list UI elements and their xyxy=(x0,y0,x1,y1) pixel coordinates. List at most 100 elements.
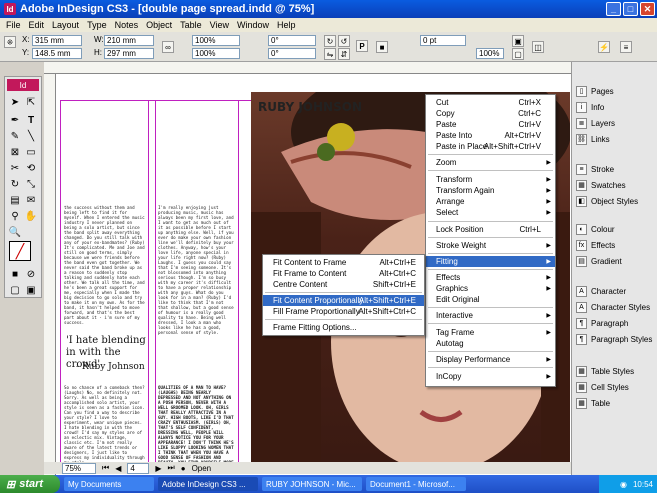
menu-item-zoom[interactable]: Zoom ▶ xyxy=(426,157,555,168)
menu-item-display-performance[interactable]: Display Performance ▶ xyxy=(426,354,555,365)
panel-paragraph[interactable]: ¶ Paragraph xyxy=(576,316,656,330)
close-button[interactable]: ✕ xyxy=(640,2,655,16)
eyedropper-tool-icon[interactable]: ⚲ xyxy=(8,209,22,223)
menu-item-paste-in-place[interactable]: Paste in Place Alt+Shift+Ctrl+V xyxy=(426,141,555,152)
page-field[interactable]: 4 xyxy=(127,462,150,474)
menu-layout[interactable]: Layout xyxy=(48,20,83,30)
pen-tool-icon[interactable]: ✒ xyxy=(8,113,22,127)
menu-item-fit-content-to-frame[interactable]: Fit Content to Frame Alt+Ctrl+E xyxy=(263,257,424,268)
article-column-1[interactable]: the success without them and being left … xyxy=(64,205,146,333)
panel-paragraph-styles[interactable]: ¶ Paragraph Styles xyxy=(576,332,656,346)
panel-effects[interactable]: fx Effects xyxy=(576,238,656,252)
menu-item-copy[interactable]: Copy Ctrl+C xyxy=(426,108,555,119)
last-page-icon[interactable]: ⏭ xyxy=(168,463,175,473)
panel-cell-styles[interactable]: ▦ Cell Styles xyxy=(576,380,656,394)
menu-item-fit-frame-to-content[interactable]: Fit Frame to Content Alt+Ctrl+C xyxy=(263,268,424,279)
y-field[interactable]: 148.5 mm xyxy=(32,48,82,59)
reference-point-icon[interactable]: ⁜ xyxy=(4,36,16,48)
stroke-weight-field[interactable]: 0 pt xyxy=(420,35,466,46)
control-panel-menu-icon[interactable]: ≡ xyxy=(620,41,632,53)
menu-item-cut[interactable]: Cut Ctrl+X xyxy=(426,97,555,108)
direct-selection-tool-icon[interactable]: ⇱ xyxy=(24,95,38,109)
task-ruby-johnson[interactable]: RUBY JOHNSON - Mic... xyxy=(262,477,362,491)
apply-color-icon[interactable]: ■ xyxy=(8,267,22,281)
width-field[interactable]: 210 mm xyxy=(104,35,154,46)
menu-table[interactable]: Table xyxy=(176,20,206,30)
normal-view-icon[interactable]: ▢ xyxy=(8,283,22,297)
menu-object[interactable]: Object xyxy=(142,20,176,30)
shear-field[interactable]: 0° xyxy=(268,48,316,59)
menu-item-fill-frame-proportionally[interactable]: Fill Frame Proportionally Alt+Shift+Ctrl+… xyxy=(263,306,424,317)
menu-edit[interactable]: Edit xyxy=(25,20,49,30)
rectangle-tool-icon[interactable]: ▭ xyxy=(24,145,38,159)
panel-table-styles[interactable]: ▦ Table Styles xyxy=(576,364,656,378)
fill-swatch-icon[interactable]: ■ xyxy=(376,41,388,53)
rectangle-frame-tool-icon[interactable]: ⊠ xyxy=(8,145,22,159)
menu-type[interactable]: Type xyxy=(83,20,111,30)
menu-item-incopy[interactable]: InCopy ▶ xyxy=(426,371,555,382)
stroke-scale-field[interactable]: 100% xyxy=(476,48,504,59)
minimize-button[interactable]: _ xyxy=(606,2,621,16)
rotate-ccw-icon[interactable]: ↺ xyxy=(338,35,350,47)
start-button[interactable]: ⊞ start xyxy=(0,475,60,493)
rotate-tool-icon[interactable]: ↻ xyxy=(8,177,22,191)
panel-stroke[interactable]: ≡ Stroke xyxy=(576,162,656,176)
maximize-button[interactable]: □ xyxy=(623,2,638,16)
constrain-proportions-icon[interactable]: ∞ xyxy=(162,41,174,53)
menu-file[interactable]: File xyxy=(2,20,25,30)
x-field[interactable]: 315 mm xyxy=(32,35,82,46)
menu-item-lock-position[interactable]: Lock Position Ctrl+L xyxy=(426,224,555,235)
preview-view-icon[interactable]: ▣ xyxy=(24,283,38,297)
quick-apply-icon[interactable]: ⚡ xyxy=(598,41,610,53)
panel-character[interactable]: A Character xyxy=(576,284,656,298)
scale-y-field[interactable]: 100% xyxy=(192,48,240,59)
scale-tool-icon[interactable]: ⤡ xyxy=(24,177,38,191)
type-tool-icon[interactable]: T xyxy=(24,113,38,127)
menu-view[interactable]: View xyxy=(206,20,233,30)
menu-item-graphics[interactable]: Graphics ▶ xyxy=(426,283,555,294)
fit-content-icon[interactable]: ▣ xyxy=(512,35,524,47)
menu-item-effects[interactable]: Effects ▶ xyxy=(426,272,555,283)
panel-pages[interactable]: ▯ Pages xyxy=(576,84,656,98)
task-my-documents[interactable]: My Documents xyxy=(64,477,154,491)
vertical-ruler[interactable] xyxy=(44,74,56,475)
rotation-field[interactable]: 0° xyxy=(268,35,316,46)
rotate-icon[interactable]: ↻ xyxy=(324,35,336,47)
menu-item-frame-fitting-options[interactable]: Frame Fitting Options... xyxy=(263,322,424,333)
article-column-4[interactable]: QUALITIES OF A MAN TO HAVE? (LAUGHS) BEI… xyxy=(158,385,236,463)
panel-object-styles[interactable]: ◧ Object Styles xyxy=(576,194,656,208)
open-status[interactable]: Open xyxy=(192,464,212,473)
apply-none-icon[interactable]: ⊘ xyxy=(24,267,38,281)
zoom-field[interactable]: 75% xyxy=(62,462,96,474)
panel-character-styles[interactable]: A Character Styles xyxy=(576,300,656,314)
first-page-icon[interactable]: ⏮ xyxy=(102,463,109,473)
menu-item-fit-content-proportionally[interactable]: Fit Content Proportionally Alt+Shift+Ctrl… xyxy=(263,295,424,306)
zoom-tool-icon[interactable]: 🔍 xyxy=(8,225,22,239)
panel-table[interactable]: ▦ Table xyxy=(576,396,656,410)
task-document1[interactable]: Document1 - Microsof... xyxy=(366,477,466,491)
notes-tool-icon[interactable]: ✉ xyxy=(24,193,38,207)
menu-item-fitting[interactable]: Fitting ▶ xyxy=(426,256,555,267)
panel-info[interactable]: i Info xyxy=(576,100,656,114)
selection-tool-icon[interactable]: ➤ xyxy=(8,95,22,109)
pencil-tool-icon[interactable]: ✎ xyxy=(8,129,22,143)
menu-item-autotag[interactable]: Autotag xyxy=(426,338,555,349)
spread-heading[interactable]: RUBY JOHNSON xyxy=(258,100,362,114)
menu-item-select[interactable]: Select ▶ xyxy=(426,207,555,218)
menu-item-centre-content[interactable]: Centre Content Shift+Ctrl+E xyxy=(263,279,424,290)
panel-layers[interactable]: ≣ Layers xyxy=(576,116,656,130)
menu-item-tag-frame[interactable]: Tag Frame ▶ xyxy=(426,327,555,338)
panel-gradient[interactable]: ▤ Gradient xyxy=(576,254,656,268)
hand-tool-icon[interactable]: ✋ xyxy=(24,209,38,223)
menu-item-arrange[interactable]: Arrange ▶ xyxy=(426,196,555,207)
menu-item-transform-again[interactable]: Transform Again ▶ xyxy=(426,185,555,196)
menu-item-interactive[interactable]: Interactive ▶ xyxy=(426,310,555,321)
gradient-tool-icon[interactable]: ▤ xyxy=(8,193,22,207)
horizontal-ruler[interactable] xyxy=(44,62,571,74)
menu-item-paste-into[interactable]: Paste Into Alt+Ctrl+V xyxy=(426,130,555,141)
menu-notes[interactable]: Notes xyxy=(111,20,143,30)
menu-item-edit-original[interactable]: Edit Original xyxy=(426,294,555,305)
panel-links[interactable]: ⛓ Links xyxy=(576,132,656,146)
line-tool-icon[interactable]: ╲ xyxy=(24,129,38,143)
panel-colour[interactable]: ◐ Colour xyxy=(576,222,656,236)
